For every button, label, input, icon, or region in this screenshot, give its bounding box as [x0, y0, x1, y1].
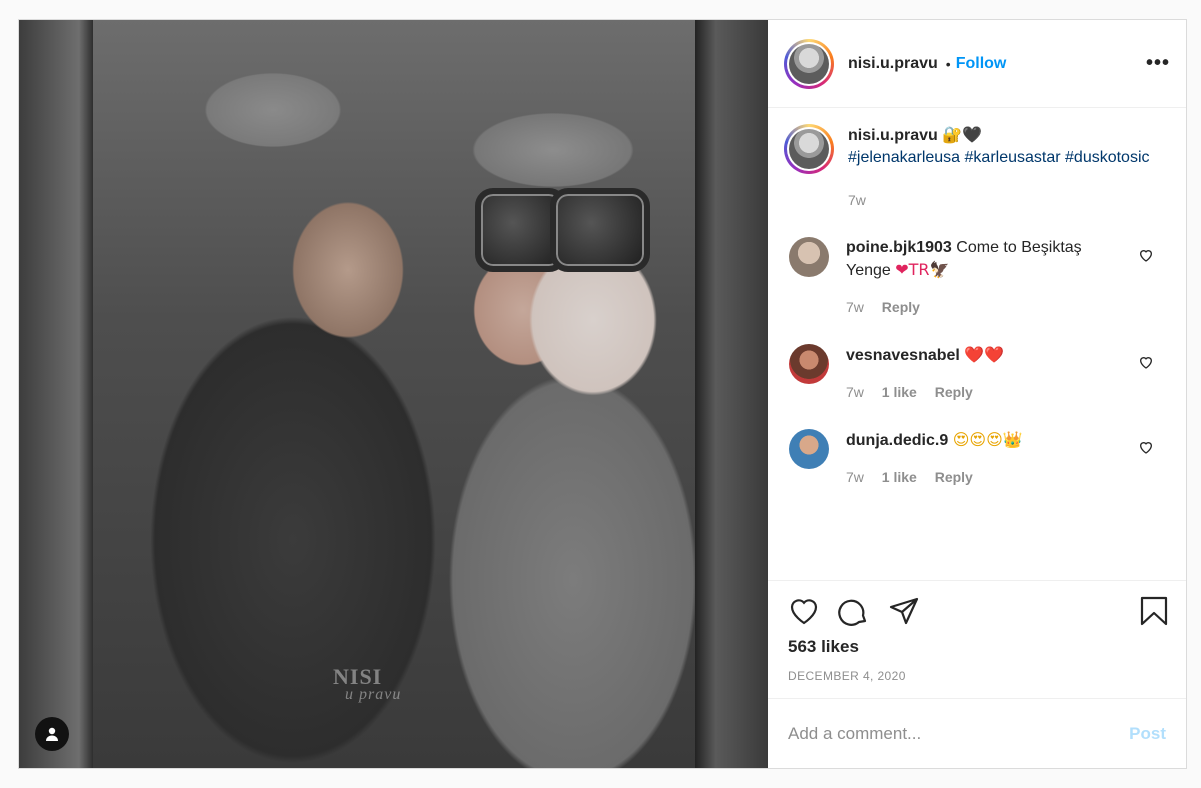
post-date[interactable]: DECEMBER 4, 2020 — [788, 669, 1170, 683]
comment-meta: 7w 1 like Reply — [846, 381, 1126, 403]
comment-username[interactable]: vesnavesnabel — [846, 347, 960, 364]
comment-username[interactable]: poine.bjk1903 — [846, 239, 952, 256]
sunglasses-graphic — [475, 188, 680, 272]
comment-time[interactable]: 7w — [846, 299, 864, 315]
like-icon[interactable] — [788, 595, 820, 627]
post-actions: 563 likes DECEMBER 4, 2020 — [768, 580, 1186, 698]
post-sidebar: nisi.u.pravu • Follow ••• nisi.u.pravu 🔐… — [768, 20, 1186, 768]
post-media[interactable]: NISI u pravu — [19, 20, 768, 768]
comments-list: nisi.u.pravu 🔐🖤 #jelenakarleusa #karleus… — [768, 108, 1186, 580]
commenter-avatar[interactable] — [789, 237, 829, 277]
caption-time[interactable]: 7w — [848, 192, 866, 208]
save-bookmark-icon[interactable] — [1138, 595, 1170, 627]
separator-dot: • — [945, 55, 951, 72]
post-caption: nisi.u.pravu 🔐🖤 #jelenakarleusa #karleus… — [784, 124, 1170, 211]
comment-emoji: 😍😍😍👑 — [952, 430, 1023, 449]
caption-hashtags[interactable]: #jelenakarleusa #karleusastar #duskotosi… — [848, 149, 1150, 166]
photo-watermark: NISI u pravu — [333, 666, 401, 704]
caption-avatar[interactable] — [784, 124, 834, 174]
like-comment-icon[interactable] — [1138, 247, 1154, 263]
commenter-avatar[interactable] — [789, 344, 829, 384]
post-header: nisi.u.pravu • Follow ••• — [768, 20, 1186, 108]
reply-button[interactable]: Reply — [935, 469, 973, 485]
more-options-icon[interactable]: ••• — [1146, 52, 1170, 75]
reply-button[interactable]: Reply — [935, 384, 973, 400]
comment-meta: 7w 1 like Reply — [846, 466, 1126, 488]
caption-username[interactable]: nisi.u.pravu — [848, 127, 938, 144]
comment-meta: 7w Reply — [846, 296, 1126, 318]
post-comment-button[interactable]: Post — [1129, 724, 1166, 744]
post-dialog: NISI u pravu nisi.u.pravu • Follow ••• n… — [18, 19, 1187, 769]
comment-time[interactable]: 7w — [846, 384, 864, 400]
comment-composer: Post — [768, 698, 1186, 768]
reply-button[interactable]: Reply — [882, 299, 920, 315]
share-icon[interactable] — [888, 595, 920, 627]
comment-input[interactable] — [788, 723, 1130, 744]
comment-item: dunja.dedic.9 😍😍😍👑 7w 1 like Reply — [784, 429, 1170, 488]
comment-icon[interactable] — [838, 595, 870, 627]
comment-username[interactable]: dunja.dedic.9 — [846, 432, 948, 449]
comment-likes[interactable]: 1 like — [882, 384, 917, 400]
commenter-avatar[interactable] — [789, 429, 829, 469]
comment-time[interactable]: 7w — [846, 469, 864, 485]
caption-body: nisi.u.pravu 🔐🖤 #jelenakarleusa #karleus… — [848, 124, 1150, 211]
comment-body: dunja.dedic.9 😍😍😍👑 7w 1 like Reply — [846, 429, 1126, 488]
comment-body: poine.bjk1903 Come to Beşiktaş Yenge ❤TR… — [846, 237, 1126, 318]
caption-emoji: 🔐🖤 — [942, 125, 983, 144]
author-avatar[interactable] — [784, 38, 834, 89]
user-icon — [46, 727, 58, 741]
comment-item: vesnavesnabel ❤️❤️ 7w 1 like Reply — [784, 344, 1170, 403]
tagged-users-button[interactable] — [35, 717, 69, 751]
comment-likes[interactable]: 1 like — [882, 469, 917, 485]
action-icons — [788, 593, 1170, 629]
caption-meta: 7w — [848, 189, 1150, 211]
likes-count[interactable]: 563 likes — [788, 637, 1170, 657]
comment-emoji: ❤️❤️ — [964, 345, 1005, 364]
author-username[interactable]: nisi.u.pravu — [848, 55, 938, 73]
like-comment-icon[interactable] — [1138, 439, 1154, 455]
post-photo[interactable]: NISI u pravu — [93, 20, 695, 768]
comment-item: poine.bjk1903 Come to Beşiktaş Yenge ❤TR… — [784, 237, 1170, 318]
like-comment-icon[interactable] — [1138, 354, 1154, 370]
comment-emoji: ❤TR🦅 — [895, 260, 950, 279]
comment-body: vesnavesnabel ❤️❤️ 7w 1 like Reply — [846, 344, 1126, 403]
follow-button[interactable]: Follow — [956, 55, 1007, 73]
